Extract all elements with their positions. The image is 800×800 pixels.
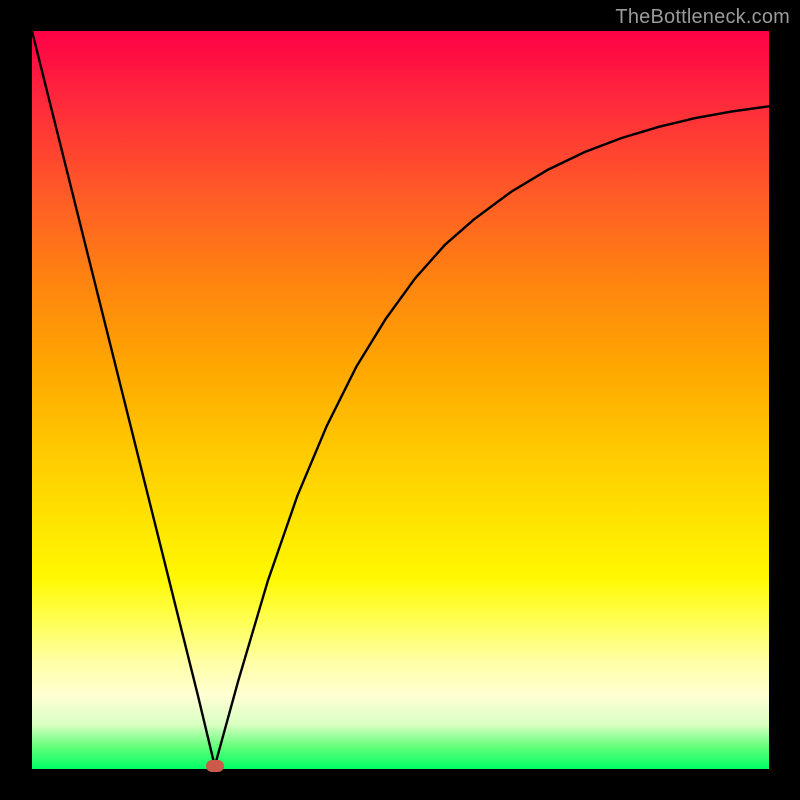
chart-frame: TheBottleneck.com bbox=[0, 0, 800, 800]
chart-background-gradient bbox=[32, 31, 769, 769]
vertex-marker bbox=[206, 760, 224, 772]
watermark-text: TheBottleneck.com bbox=[615, 6, 790, 29]
